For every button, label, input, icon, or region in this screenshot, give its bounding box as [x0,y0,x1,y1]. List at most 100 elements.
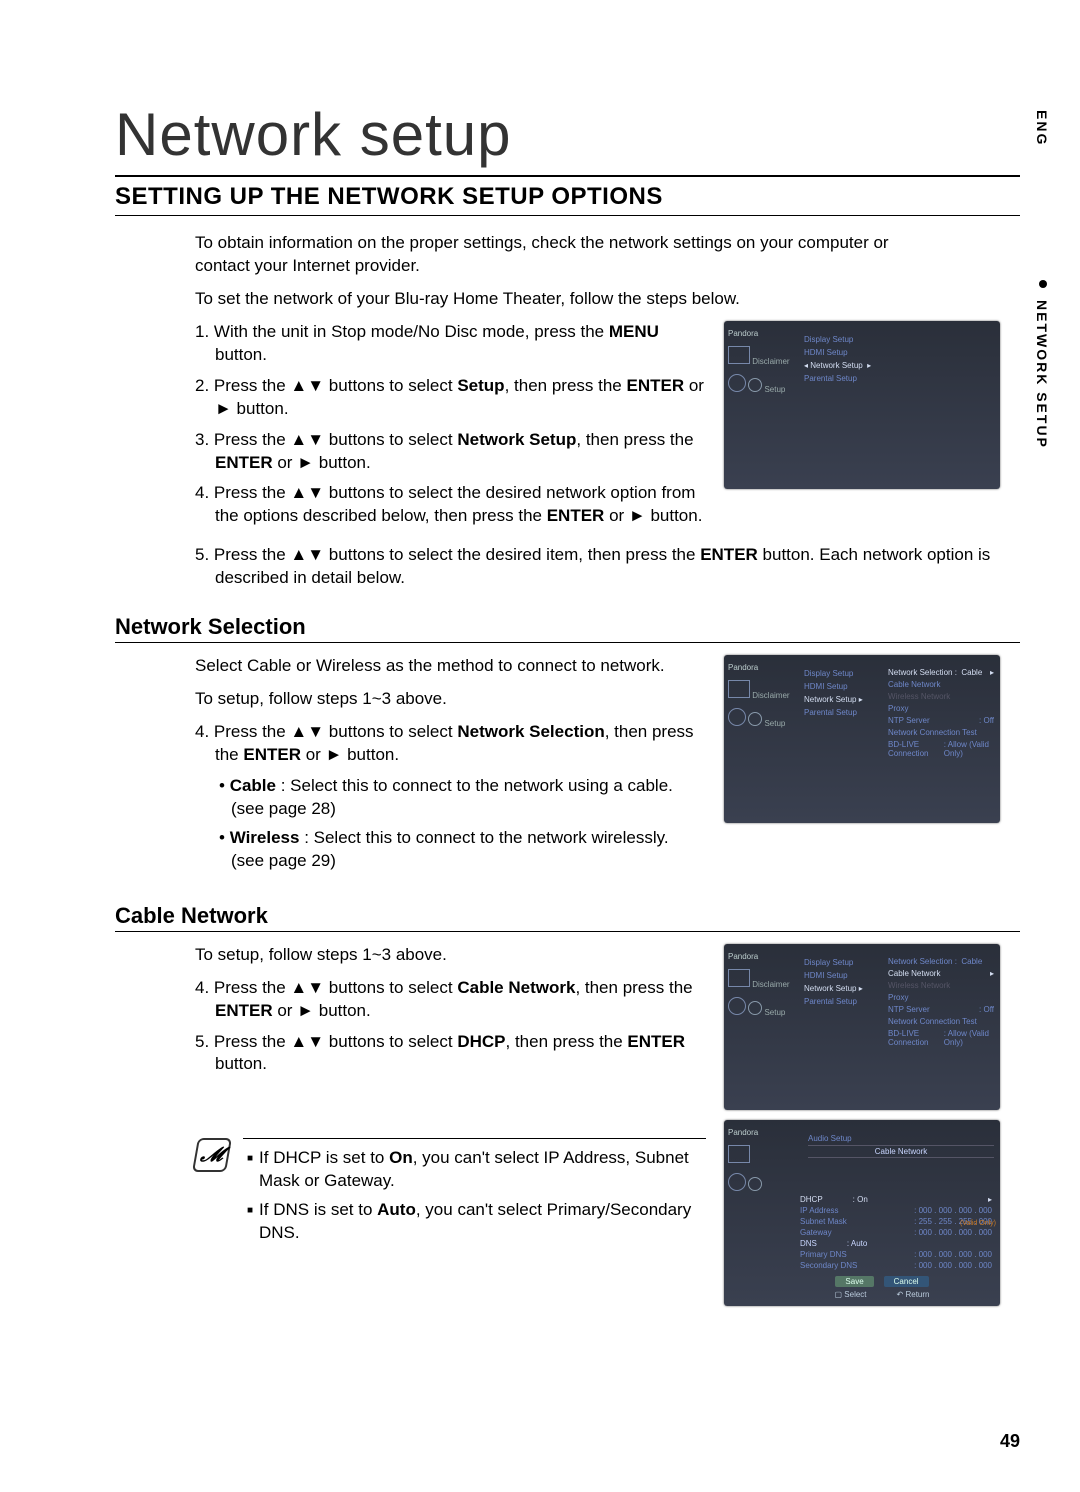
fig-menu-audio: Audio Setup [808,1134,994,1143]
bold: ENTER [700,545,758,564]
fig-menu-network: ◂ Network Setup ▸ [804,361,882,370]
fig-hint-select: ▢ Select [835,1290,867,1299]
text: , then press the [576,430,693,449]
fig-menu-parental: Parental Setup [804,374,882,383]
text: 4. Press the ▲▼ buttons to select [195,978,457,997]
bold: Cable [230,776,276,795]
figure-setup-menu: Pandora Disclaimer Setup Display Setup H… [724,321,1000,489]
fig-row: BD-LIVE Connection: Allow (Valid Only) [888,1029,994,1047]
figure-dhcp-settings: Pandora Audio Setup Cable Network DHCP: … [724,1120,1000,1306]
fig-row: Proxy [888,704,994,713]
fig-row: Proxy [888,993,994,1002]
bold: ENTER [627,1032,685,1051]
text: 4. Press the ▲▼ buttons to select [195,722,457,741]
fig-menu-display: Display Setup [804,958,882,967]
sub2-step-5: 5. Press the ▲▼ buttons to select DHCP, … [195,1031,706,1077]
sub2-p1: To setup, follow steps 1~3 above. [195,944,706,967]
text: , then press the [575,978,692,997]
fig-primary-dns-row: Primary DNS: 000 . 000 . 000 . 000 [800,1250,992,1259]
fig-sidebar-disclaimer: Disclaimer [728,965,804,989]
fig-dhcp-row: DHCP: On▸ [800,1195,992,1204]
fig-row: Network Connection Test [888,728,994,737]
bold: Wireless [230,828,300,847]
fig-dns-row: DNS: Auto [800,1239,992,1248]
fig-menu-display: Display Setup [804,669,882,678]
fig-row-network-selection: Network Selection : Cable [888,957,994,966]
fig-ip-row: IP Address: 000 . 000 . 000 . 000 [800,1206,992,1215]
fig-row: NTP Server: Off [888,716,994,725]
sub1-p2: To setup, follow steps 1~3 above. [195,688,706,711]
fig-brand: Pandora [728,663,804,672]
fig-menu-parental: Parental Setup [804,708,882,717]
bold: ENTER [215,1001,273,1020]
text: or ► button. [273,1001,371,1020]
fig-hint-return: ↶ Return [897,1290,930,1299]
fig-row: NTP Server: Off [888,1005,994,1014]
fig-menu-network: Network Setup ▸ [804,695,882,704]
fig-row-network-selection: Network Selection : Cable▸ [888,668,994,677]
sub1-bullet-cable: • Cable : Select this to connect to the … [195,775,706,821]
text: , then press the [506,1032,628,1051]
rule [115,642,1020,643]
fig-header-cable-network: Cable Network [808,1145,994,1158]
fig-row: Network Connection Test [888,1017,994,1026]
fig-row: Wireless Network [888,692,994,701]
text: button. [215,1054,267,1073]
page-title: Network setup [115,100,1020,169]
step-3: 3. Press the ▲▼ buttons to select Networ… [195,429,706,475]
fig-menu-hdmi: HDMI Setup [804,682,882,691]
fig-valid-only-label: (Valid Only) [960,1220,996,1227]
fig-brand: Pandora [728,1128,802,1137]
text: button. [215,345,267,364]
fig-menu-hdmi: HDMI Setup [804,971,882,980]
imgph [728,1141,802,1165]
title-rule [115,175,1020,177]
bold: Setup [457,376,504,395]
note-icon: 𝓜 [192,1138,232,1172]
text: or ► button. [301,745,399,764]
note-item-2: ■If DNS is set to Auto, you can't select… [243,1199,706,1245]
sub1-step-4: 4. Press the ▲▼ buttons to select Networ… [195,721,706,767]
fig-save-button: Save [835,1276,873,1287]
fig-menu-parental: Parental Setup [804,997,882,1006]
note-item-1: ■If DHCP is set to On, you can't select … [243,1147,706,1193]
text: 5. Press the ▲▼ buttons to select [195,1032,457,1051]
fig-sidebar-disclaimer: Disclaimer [728,342,804,366]
fig-row-cable-active: Cable Network▸ [888,969,994,978]
text: : Select this to connect to the network … [231,776,673,818]
fig-gateway-row: Gateway: 000 . 000 . 000 . 000 [800,1228,992,1237]
step-1: 1. With the unit in Stop mode/No Disc mo… [195,321,706,367]
fig-menu-display: Display Setup [804,335,882,344]
text: or ► button. [604,506,702,525]
text: or ► button. [273,453,371,472]
figure-cable-network-menu: Pandora Disclaimer Setup Display Setup H… [724,944,1000,1110]
text: 1. With the unit in Stop mode/No Disc mo… [195,322,609,341]
fig-secondary-dns-row: Secondary DNS: 000 . 000 . 000 . 000 [800,1261,992,1270]
step-2: 2. Press the ▲▼ buttons to select Setup,… [195,375,706,421]
fig-brand: Pandora [728,329,804,338]
intro-paragraph-1: To obtain information on the proper sett… [195,232,925,278]
subsection-cable-network-heading: Cable Network [115,903,1020,929]
fig-sidebar-disclaimer: Disclaimer [728,676,804,700]
fig-sidebar-setup: Setup [728,370,804,394]
text: 5. Press the ▲▼ buttons to select the de… [195,545,700,564]
bold: Network Setup [457,430,576,449]
bold: ENTER [626,376,684,395]
bold: Network Selection [457,722,604,741]
note-list: ■If DHCP is set to On, you can't select … [243,1138,706,1251]
sub1-p1: Select Cable or Wireless as the method t… [195,655,706,678]
bold: MENU [609,322,659,341]
fig-row: BD-LIVE Connection: Allow (Valid Only) [888,740,994,758]
sub2-step-4: 4. Press the ▲▼ buttons to select Cable … [195,977,706,1023]
step-5: 5. Press the ▲▼ buttons to select the de… [195,544,1020,590]
fig-menu-network: Network Setup ▸ [804,984,882,993]
fig-row: Wireless Network [888,981,994,990]
fig-cancel-button: Cancel [884,1276,929,1287]
figure-network-selection: Pandora Disclaimer Setup Display Setup H… [724,655,1000,823]
iconrow [728,1169,802,1193]
bold: ENTER [215,453,273,472]
section-heading: SETTING UP THE NETWORK SETUP OPTIONS [115,183,1020,211]
fig-row: Cable Network [888,680,994,689]
section-rule [115,215,1020,216]
sub1-bullet-wireless: • Wireless : Select this to connect to t… [195,827,706,873]
